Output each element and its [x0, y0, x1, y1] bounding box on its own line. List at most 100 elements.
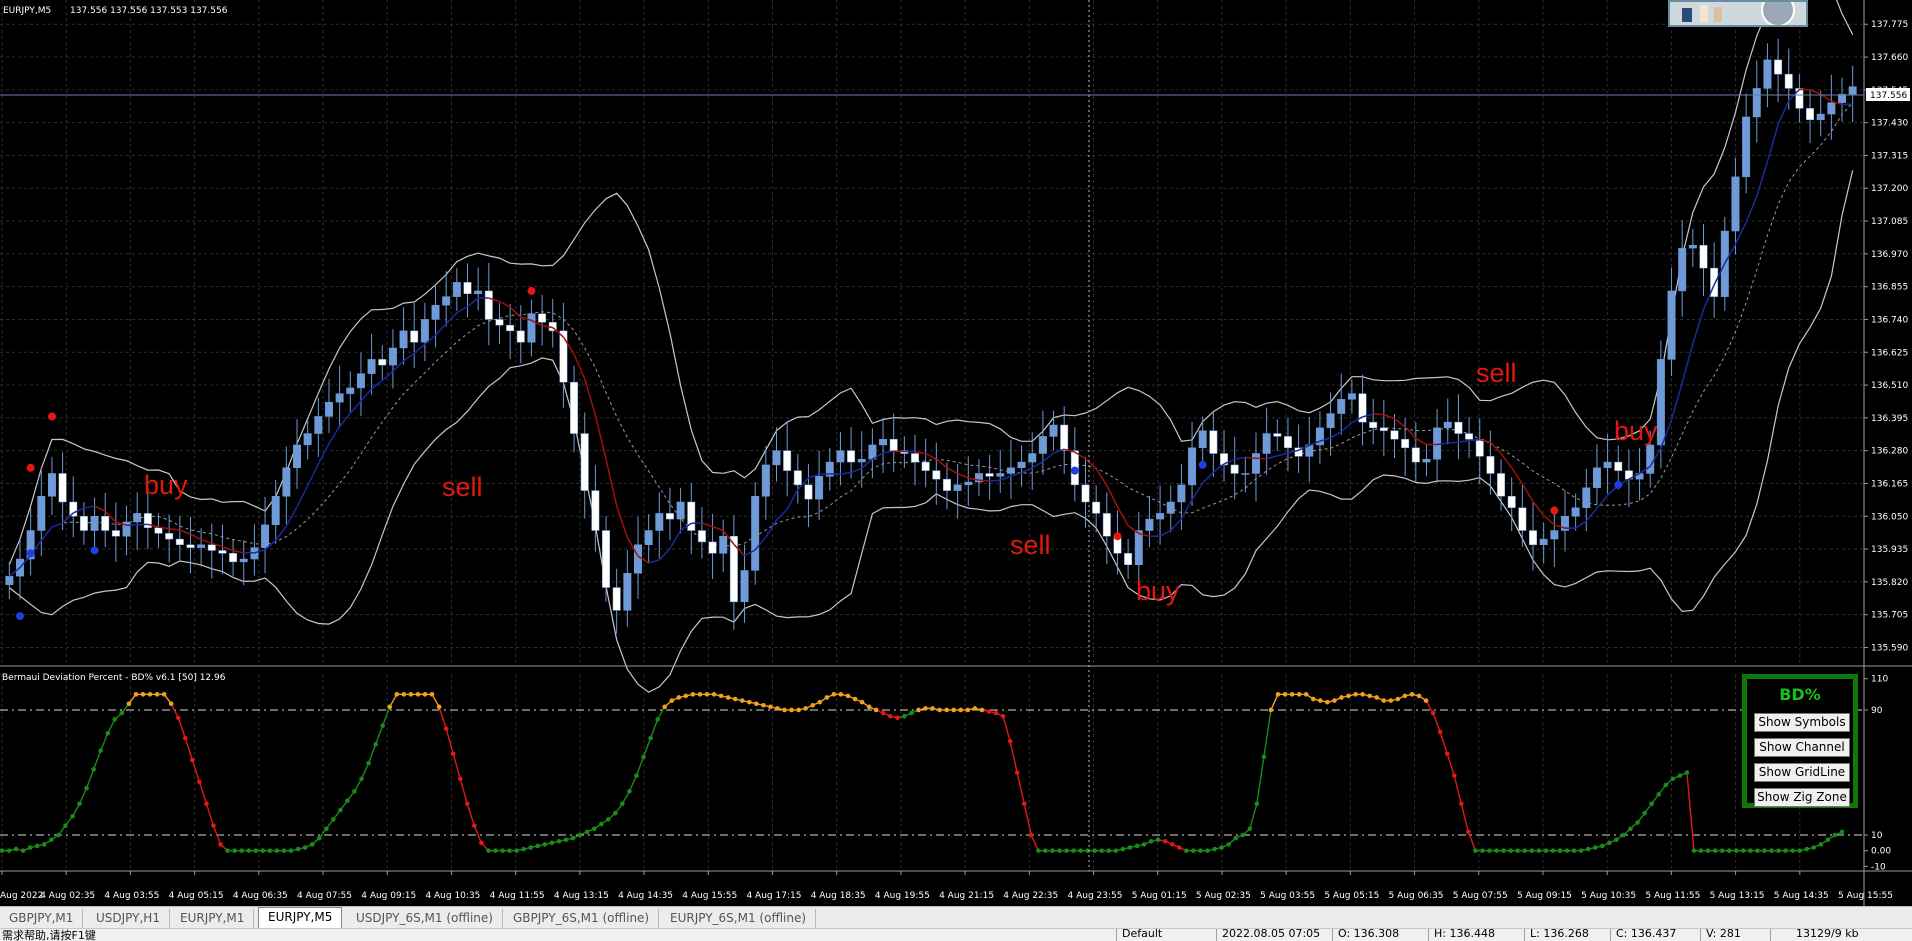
bd-point [387, 705, 392, 710]
bd-point [437, 705, 442, 710]
time-label: 4 Aug 02:35 [40, 891, 95, 901]
bd-point [613, 811, 618, 816]
signal-dot [48, 412, 56, 420]
tab-gbpjpy-m1[interactable]: GBPJPY,M1 [0, 909, 83, 928]
candle-body [368, 359, 375, 373]
candle-body [677, 502, 684, 519]
time-label: 4 Aug 18:35 [811, 891, 866, 901]
signal-dot [27, 464, 35, 472]
bd-point [70, 814, 75, 819]
candle-body [1551, 531, 1558, 540]
show-symbols-button[interactable]: Show Symbols [1754, 713, 1850, 732]
candle-body [1274, 434, 1281, 437]
candle-body [560, 331, 567, 382]
bd-point [1544, 848, 1549, 853]
bd-point [169, 701, 174, 706]
tab-gbpjpy-6s-m1-offline[interactable]: GBPJPY_6S,M1 (offline) [504, 909, 659, 928]
candle-body [592, 491, 599, 531]
candle-body [442, 297, 449, 306]
bd-point [324, 826, 329, 831]
show-zig-zone-button[interactable]: Show Zig Zone [1754, 788, 1850, 807]
bd-point [56, 833, 61, 838]
candle-body [751, 496, 758, 570]
status-separator [1524, 929, 1525, 941]
candle-body [1828, 103, 1835, 114]
bd-point [1233, 836, 1238, 841]
bd-point [1826, 837, 1831, 842]
candle-body [1348, 394, 1355, 400]
candle-body [400, 331, 407, 348]
bd-point [1029, 833, 1034, 838]
bd-point [937, 708, 942, 713]
candle-body [837, 451, 844, 462]
candle-body [1732, 177, 1739, 231]
chart-canvas[interactable]: buy sell sell buy sell buy 137.775137.66… [0, 0, 1912, 906]
bd-point [105, 731, 110, 736]
bd-point [486, 848, 491, 853]
bd-point [1367, 694, 1372, 699]
bd-point [1671, 776, 1676, 781]
time-label: 5 Aug 02:35 [1196, 891, 1251, 901]
candle-body [38, 496, 45, 530]
bd-point [1255, 801, 1260, 806]
chart-window[interactable]: buy sell sell buy sell buy 137.775137.66… [0, 0, 1912, 940]
status-datetime: 2022.08.05 07:05 [1222, 928, 1320, 940]
candle-body [847, 451, 854, 462]
bd-point [1276, 692, 1281, 697]
candle-body [1764, 60, 1771, 89]
price-label: 136.165 [1871, 479, 1908, 489]
candle-body [261, 525, 268, 548]
bd-point [944, 708, 949, 713]
bd-point [867, 705, 872, 710]
candle-body [1753, 88, 1760, 117]
show-channel-button[interactable]: Show Channel [1754, 738, 1850, 757]
tab-usdjpy-6s-m1-offline[interactable]: USDJPY_6S,M1 (offline) [347, 909, 503, 928]
time-label: 4 Aug 23:55 [1068, 891, 1123, 901]
tab-usdjpy-h1[interactable]: USDJPY,H1 [87, 909, 170, 928]
tab-eurjpy-6s-m1-offline[interactable]: EURJPY_6S,M1 (offline) [661, 909, 816, 928]
candle-body [325, 402, 332, 416]
thumbnail-graphic [1670, 2, 1806, 25]
bd-point [599, 822, 604, 827]
show-gridline-button[interactable]: Show GridLine [1754, 763, 1850, 782]
indicator-level-label: 10 [1871, 831, 1883, 841]
tab-eurjpy-m1[interactable]: EURJPY,M1 [171, 909, 254, 928]
bd-point [676, 695, 681, 700]
candle-body [283, 468, 290, 497]
candle-body [879, 439, 886, 445]
bd-point [1128, 845, 1133, 850]
bd-point [1840, 830, 1845, 835]
bd-point [1537, 848, 1542, 853]
bd-point [1191, 848, 1196, 853]
bd-point [726, 695, 731, 700]
candle-body [719, 536, 726, 553]
tab-eurjpy-m5[interactable]: EURJPY,M5 [258, 907, 342, 930]
candle-body [389, 348, 396, 365]
chart-ohlc: 137.556 137.556 137.553 137.556 [70, 6, 228, 16]
bd-point [1403, 694, 1408, 699]
time-label: 5 Aug 10:35 [1581, 891, 1636, 901]
candle-body [357, 374, 364, 388]
candle-body [965, 482, 972, 485]
time-label: 5 Aug 09:15 [1517, 891, 1572, 901]
candle-body [1263, 434, 1270, 454]
bd-point [1304, 692, 1309, 697]
bd-point [698, 692, 703, 697]
signal-dot [1550, 507, 1558, 515]
price-label: 135.820 [1871, 578, 1908, 588]
candle-body [1593, 468, 1600, 488]
candle-body [773, 451, 780, 465]
price-label: 136.625 [1871, 348, 1908, 358]
bd-point [1036, 848, 1041, 853]
price-label: 136.050 [1871, 512, 1908, 522]
candle-body [1508, 496, 1515, 507]
candle-body [1668, 291, 1675, 359]
candle-body [464, 282, 471, 293]
candle-body [229, 553, 236, 562]
candle-body [485, 291, 492, 320]
bd-point [430, 692, 435, 697]
bd-point [91, 767, 96, 772]
indicator-level-label: -10 [1871, 862, 1886, 872]
bd-point [1156, 837, 1161, 842]
price-label: 137.775 [1871, 20, 1908, 30]
